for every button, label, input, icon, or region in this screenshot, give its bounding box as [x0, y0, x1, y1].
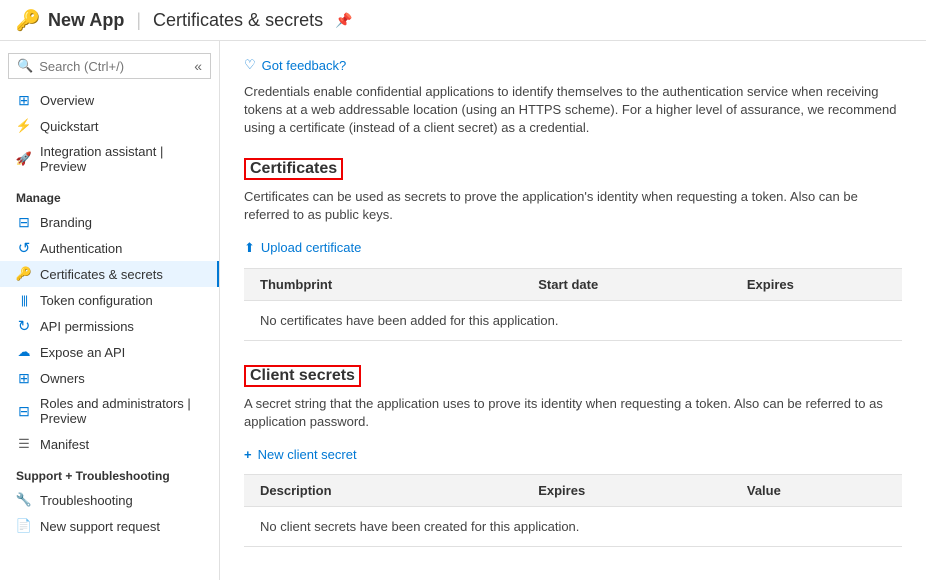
sidebar-item-label: Integration assistant | Preview	[40, 144, 203, 174]
sidebar-item-label: Manifest	[40, 437, 89, 452]
header-separator: |	[136, 10, 141, 31]
feedback-bar[interactable]: Got feedback?	[244, 57, 902, 73]
sidebar-item-certificates[interactable]: Certificates & secrets	[0, 261, 219, 287]
search-input[interactable]	[39, 59, 188, 74]
col-startdate: Start date	[538, 277, 747, 292]
troubleshoot-icon	[16, 492, 32, 508]
sidebar-item-quickstart[interactable]: Quickstart	[0, 113, 219, 139]
sidebar-item-label: Quickstart	[40, 119, 99, 134]
collapse-button[interactable]: «	[194, 58, 202, 74]
upload-certificate-button[interactable]: Upload certificate	[244, 236, 361, 260]
main-layout: 🔍 « Overview Quickstart Integration assi…	[0, 41, 926, 580]
sidebar-item-label: Branding	[40, 215, 92, 230]
search-box[interactable]: 🔍 «	[8, 53, 211, 79]
search-icon: 🔍	[17, 58, 33, 74]
support-section-header: Support + Troubleshooting	[0, 457, 219, 487]
sidebar-item-supportrequest[interactable]: New support request	[0, 513, 219, 539]
col-expires: Expires	[747, 277, 886, 292]
sidebar-item-label: Token configuration	[40, 293, 153, 308]
sidebar-item-api[interactable]: API permissions	[0, 313, 219, 339]
col-thumbprint: Thumbprint	[260, 277, 538, 292]
sidebar-item-tokenconfig[interactable]: ||| Token configuration	[0, 287, 219, 313]
sidebar-item-branding[interactable]: Branding	[0, 209, 219, 235]
owners-icon	[16, 370, 32, 386]
quickstart-icon	[16, 118, 32, 134]
sidebar-item-label: Expose an API	[40, 345, 125, 360]
sidebar-item-label: Certificates & secrets	[40, 267, 163, 282]
api-icon	[16, 318, 32, 334]
app-icon	[16, 8, 40, 32]
secrets-table-header: Description Expires Value	[244, 474, 902, 507]
certificates-description: Certificates can be used as secrets to p…	[244, 188, 902, 224]
col-expires: Expires	[538, 483, 747, 498]
certificates-section: Certificates Certificates can be used as…	[244, 158, 902, 341]
sidebar-item-troubleshooting[interactable]: Troubleshooting	[0, 487, 219, 513]
page-title: Certificates & secrets	[153, 10, 323, 31]
sidebar-item-authentication[interactable]: Authentication	[0, 235, 219, 261]
sidebar-item-roles[interactable]: Roles and administrators | Preview	[0, 391, 219, 431]
sidebar-item-expose[interactable]: Expose an API	[0, 339, 219, 365]
sidebar-item-integration[interactable]: Integration assistant | Preview	[0, 139, 219, 179]
sidebar-item-label: Authentication	[40, 241, 122, 256]
pin-icon[interactable]: 📌	[335, 12, 352, 29]
col-value: Value	[747, 483, 886, 498]
certsecrets-icon	[16, 266, 32, 282]
app-name: New App	[48, 10, 124, 31]
col-description: Description	[260, 483, 538, 498]
content-area: Got feedback? Credentials enable confide…	[220, 41, 926, 580]
upload-icon	[244, 240, 255, 256]
sidebar-item-label: Troubleshooting	[40, 493, 133, 508]
overview-icon	[16, 92, 32, 108]
manage-section-header: Manage	[0, 179, 219, 209]
app-header: New App | Certificates & secrets 📌	[0, 0, 926, 41]
sidebar-item-label: Overview	[40, 93, 94, 108]
branding-icon	[16, 214, 32, 230]
client-secrets-title: Client secrets	[244, 365, 902, 395]
certificates-title: Certificates	[244, 158, 902, 188]
expose-icon	[16, 344, 32, 360]
plus-icon	[244, 447, 252, 462]
manifest-icon	[16, 436, 32, 452]
sidebar: 🔍 « Overview Quickstart Integration assi…	[0, 41, 220, 580]
sidebar-item-manifest[interactable]: Manifest	[0, 431, 219, 457]
client-secrets-description: A secret string that the application use…	[244, 395, 902, 431]
sidebar-item-owners[interactable]: Owners	[0, 365, 219, 391]
certificates-table-header: Thumbprint Start date Expires	[244, 268, 902, 301]
sidebar-item-label: Roles and administrators | Preview	[40, 396, 203, 426]
integration-icon	[16, 151, 32, 167]
new-client-secret-button[interactable]: New client secret	[244, 443, 357, 466]
certificates-empty-message: No certificates have been added for this…	[244, 301, 902, 341]
sidebar-item-label: New support request	[40, 519, 160, 534]
roles-icon	[16, 403, 32, 419]
tokenconfig-icon: |||	[16, 292, 32, 308]
sidebar-item-overview[interactable]: Overview	[0, 87, 219, 113]
feedback-label: Got feedback?	[262, 58, 347, 73]
heart-icon	[244, 57, 256, 73]
sidebar-item-label: API permissions	[40, 319, 134, 334]
sidebar-item-label: Owners	[40, 371, 85, 386]
client-secrets-section: Client secrets A secret string that the …	[244, 365, 902, 547]
support-icon	[16, 518, 32, 534]
content-description: Credentials enable confidential applicat…	[244, 83, 902, 138]
secrets-empty-message: No client secrets have been created for …	[244, 507, 902, 547]
auth-icon	[16, 240, 32, 256]
